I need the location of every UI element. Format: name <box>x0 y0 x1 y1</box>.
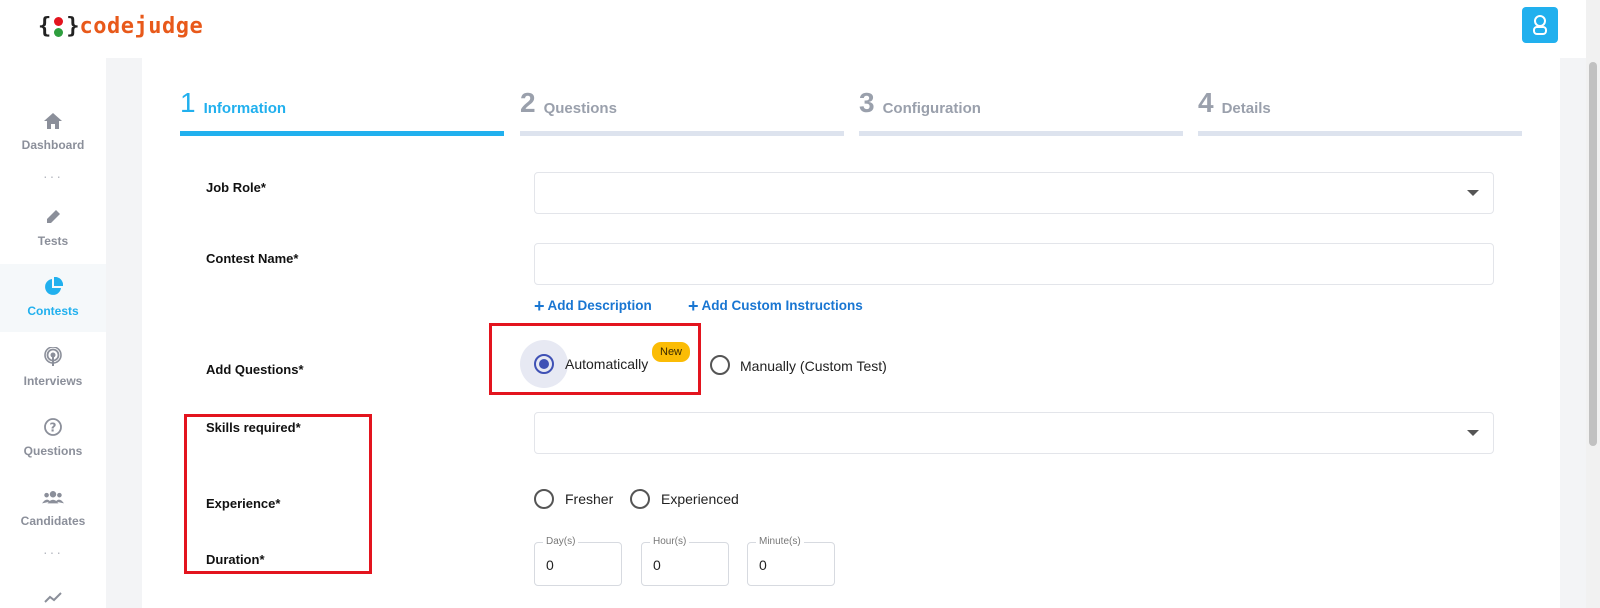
broadcast-icon <box>42 346 64 368</box>
sidebar-item-label: Dashboard <box>21 138 85 152</box>
chevron-down-icon <box>1467 430 1479 436</box>
radio-experienced[interactable] <box>630 489 650 509</box>
sidebar-item-contests[interactable]: Contests <box>0 264 106 332</box>
step-configuration[interactable]: 3 Configuration <box>859 86 1183 136</box>
add-custom-instructions-label: Add Custom Instructions <box>701 298 863 313</box>
sidebar-item-tests[interactable]: Tests <box>0 206 106 256</box>
sidebar-item-questions[interactable]: ? Questions <box>0 416 106 466</box>
top-header: { } codejudge <box>0 0 1586 58</box>
duration-hours-field[interactable]: Hour(s) 0 <box>641 536 729 586</box>
logo-red-dot <box>54 16 64 26</box>
skills-select[interactable] <box>534 412 1494 454</box>
step-questions[interactable]: 2 Questions <box>520 86 844 136</box>
sidebar-item-candidates[interactable]: Candidates <box>0 486 106 536</box>
sidebar-more-dots: ··· <box>43 544 63 560</box>
radio-manually-label[interactable]: Manually (Custom Test) <box>740 358 887 374</box>
chart-line-icon <box>42 588 64 606</box>
chevron-down-icon <box>1467 190 1479 196</box>
step-label: Information <box>203 100 287 117</box>
scrollbar-thumb[interactable] <box>1589 62 1597 446</box>
step-number: 3 <box>859 87 875 118</box>
plus-icon: + <box>534 295 545 316</box>
svg-text:?: ? <box>50 421 57 435</box>
question-circle-icon: ? <box>42 416 64 438</box>
contest-name-label: Contest Name* <box>206 251 299 266</box>
highlight-skills-experience-duration <box>184 414 372 574</box>
add-questions-label: Add Questions* <box>206 362 304 377</box>
sidebar-more-dots: ··· <box>43 168 63 184</box>
sidebar-item-label: Contests <box>27 304 79 318</box>
sidebar: Dashboard ··· Tests Contests Interviews … <box>0 58 106 608</box>
duration-minutes-field[interactable]: Minute(s) 0 <box>747 536 835 586</box>
radio-fresher[interactable] <box>534 489 554 509</box>
contest-name-input[interactable] <box>534 243 1494 285</box>
sidebar-item-label: Candidates <box>20 514 86 528</box>
logo-open-brace: { <box>38 14 52 39</box>
user-icon <box>1533 15 1547 35</box>
page-scrollbar[interactable] <box>1586 0 1600 608</box>
job-role-select[interactable] <box>534 172 1494 214</box>
pen-icon <box>42 206 64 228</box>
field-caption: Day(s) <box>543 536 579 547</box>
sidebar-item-label: Interviews <box>23 374 83 388</box>
step-number: 2 <box>520 87 536 118</box>
step-information[interactable]: 1 Information <box>180 86 504 136</box>
field-caption: Hour(s) <box>650 536 690 547</box>
sidebar-item-analytics[interactable] <box>0 588 106 608</box>
step-details[interactable]: 4 Details <box>1198 86 1522 136</box>
step-label: Details <box>1221 100 1271 117</box>
users-icon <box>42 486 64 508</box>
radio-experienced-label[interactable]: Experienced <box>661 491 739 507</box>
job-role-label: Job Role* <box>206 180 266 195</box>
field-caption: Minute(s) <box>756 536 804 547</box>
logo-dots <box>54 16 64 37</box>
field-value: 0 <box>653 557 661 573</box>
radio-fresher-label[interactable]: Fresher <box>565 491 613 507</box>
logo-close-brace: } <box>66 14 80 39</box>
user-menu-button[interactable] <box>1522 7 1558 43</box>
home-icon <box>42 110 64 132</box>
field-value: 0 <box>759 557 767 573</box>
step-label: Questions <box>543 100 617 117</box>
add-description-link[interactable]: + Add Description <box>534 295 652 316</box>
pie-chart-icon <box>42 276 64 298</box>
duration-days-field[interactable]: Day(s) 0 <box>534 536 622 586</box>
step-number: 1 <box>180 87 196 118</box>
plus-icon: + <box>688 295 699 316</box>
radio-manually[interactable] <box>710 355 730 375</box>
field-value: 0 <box>546 557 554 573</box>
codejudge-logo[interactable]: { } codejudge <box>38 14 203 39</box>
step-label: Configuration <box>882 100 981 117</box>
sidebar-item-dashboard[interactable]: Dashboard <box>0 110 106 160</box>
logo-wordmark: codejudge <box>79 14 204 39</box>
add-custom-instructions-link[interactable]: + Add Custom Instructions <box>688 295 863 316</box>
step-number: 4 <box>1198 87 1214 118</box>
sidebar-item-label: Questions <box>23 444 83 458</box>
add-description-label: Add Description <box>547 298 652 313</box>
logo-green-dot <box>54 27 64 37</box>
sidebar-item-interviews[interactable]: Interviews <box>0 346 106 396</box>
sidebar-item-label: Tests <box>37 234 69 248</box>
highlight-add-questions <box>489 323 701 395</box>
